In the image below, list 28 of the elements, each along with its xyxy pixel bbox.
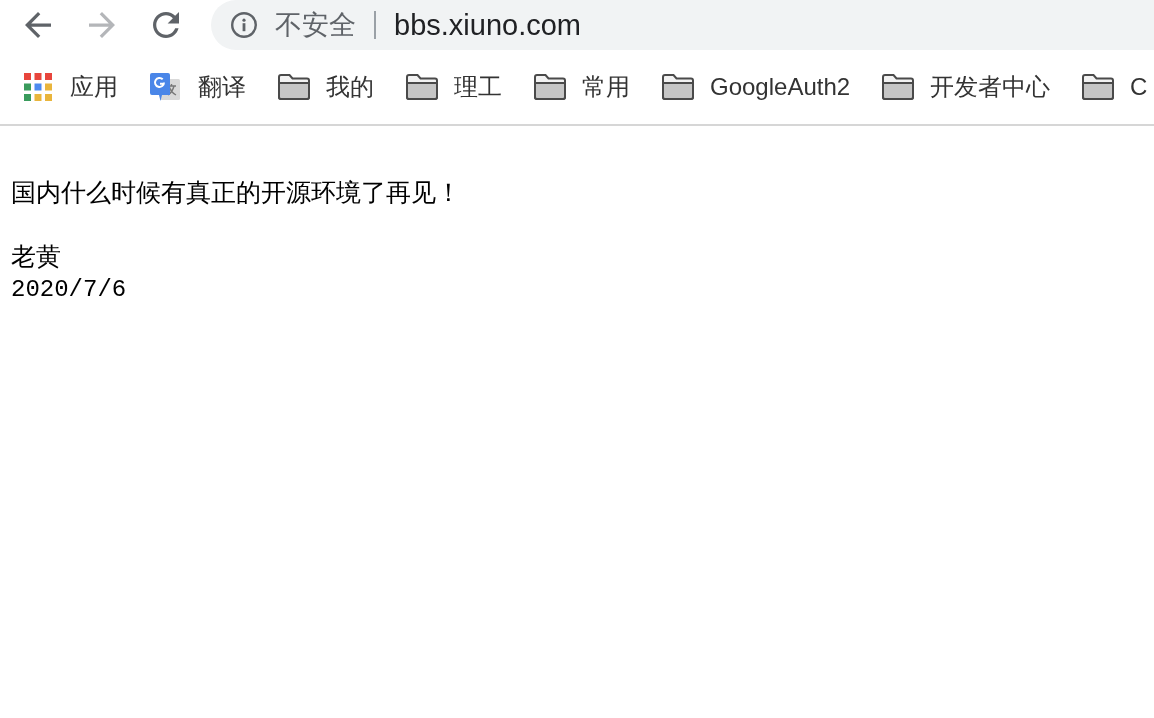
security-label[interactable]: 不安全 bbox=[275, 7, 356, 43]
info-icon[interactable] bbox=[231, 12, 257, 38]
bookmark-item[interactable]: 我的 bbox=[278, 71, 374, 103]
folder-icon bbox=[1082, 74, 1115, 100]
folder-icon bbox=[278, 74, 310, 100]
date-text: 2020/7/6 bbox=[11, 275, 127, 305]
address-bar[interactable]: 不安全 bbs.xiuno.com bbox=[211, 0, 1154, 50]
bookmark-item[interactable]: GoogleAuth2 bbox=[662, 73, 851, 101]
bookmark-item[interactable]: 应用 bbox=[24, 71, 118, 103]
translate-icon bbox=[150, 71, 180, 103]
bookmark-item[interactable]: C bbox=[1082, 73, 1148, 101]
reload-button[interactable] bbox=[153, 12, 179, 38]
folder-icon bbox=[406, 74, 438, 100]
signature-name: 老黄 bbox=[11, 241, 61, 272]
bookmark-item[interactable]: 常用 bbox=[534, 71, 630, 103]
bookmark-item[interactable]: 开发者中心 bbox=[882, 71, 1051, 103]
bookmark-item[interactable]: 翻译 bbox=[150, 71, 246, 103]
reload-icon bbox=[153, 12, 179, 38]
folder-icon bbox=[882, 74, 915, 100]
url-text: bbs.xiuno.com bbox=[394, 8, 581, 42]
right-arrow-icon bbox=[89, 12, 115, 38]
folder-icon bbox=[534, 74, 566, 100]
message-text: 国内什么时候有真正的开源环境了再见！ bbox=[11, 177, 461, 208]
left-arrow-icon bbox=[25, 12, 51, 38]
app-grid-icon bbox=[24, 73, 52, 101]
bookmark-item[interactable]: 理工 bbox=[406, 71, 502, 103]
back-button[interactable] bbox=[25, 12, 51, 38]
folder-icon bbox=[662, 74, 694, 100]
